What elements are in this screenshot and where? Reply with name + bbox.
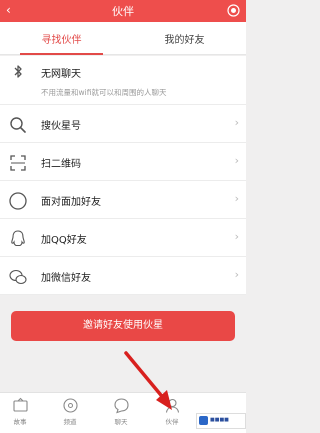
chevron-right-icon: › (234, 116, 239, 129)
nav-chat[interactable]: 聊天 (101, 397, 141, 426)
list-item-label: 搜伙星号 (41, 121, 81, 132)
tab-active-indicator (20, 53, 103, 55)
scan-icon (10, 155, 26, 171)
nav-label: 聊天 (114, 418, 128, 426)
nav-label: 频道 (63, 418, 77, 426)
chevron-right-icon: › (234, 192, 239, 205)
nav-story[interactable]: 故事 (0, 397, 40, 426)
list-item-face-to-face[interactable]: 面对面加好友 › (0, 181, 246, 219)
nav-channel[interactable]: 频道 (50, 397, 90, 426)
nav-label: 伙伴 (165, 418, 179, 426)
list-item-scan-qr[interactable]: 扫二维码 › (0, 143, 246, 181)
list-item-search-id[interactable]: 搜伙星号 › (0, 105, 246, 143)
chevron-right-icon: › (234, 230, 239, 243)
chat-icon (113, 398, 129, 414)
nav-label: 故事 (13, 418, 27, 426)
list-item-label: 扫二维码 (41, 159, 81, 170)
bluetooth-icon (14, 65, 22, 78)
invite-friends-button[interactable]: 邀请好友使用伙星 (11, 311, 235, 341)
face-to-face-icon (9, 192, 27, 210)
wechat-icon (9, 269, 27, 285)
chevron-right-icon: › (234, 268, 239, 281)
page-title: 伙伴 (112, 5, 134, 18)
watermark-text: ■■■■ (210, 417, 229, 423)
tab-find-partner[interactable]: 寻找伙伴 (0, 31, 123, 46)
channel-icon (62, 398, 78, 413)
list-item-label: 面对面加好友 (41, 197, 101, 208)
story-icon (12, 397, 28, 412)
qq-icon (11, 230, 25, 247)
list-item-description: 不用流量和wifi就可以和周围的人聊天 (41, 88, 167, 97)
search-icon (10, 117, 26, 133)
find-partner-list: 无网聊天 不用流量和wifi就可以和周围的人聊天 搜伙星号 › 扫二维码 › 面… (0, 56, 246, 295)
watermark-badge: ■■■■ (196, 413, 246, 429)
chevron-right-icon: › (234, 154, 239, 167)
tab-bar: 寻找伙伴 我的好友 (0, 22, 246, 55)
tab-my-friends[interactable]: 我的好友 (123, 31, 246, 46)
list-item-add-qq[interactable]: 加QQ好友 › (0, 219, 246, 257)
list-item-label: 无网聊天 (41, 69, 81, 80)
red-circle-icon[interactable] (227, 4, 240, 17)
nav-partner[interactable]: 伙伴 (152, 397, 192, 426)
list-item-label: 加微信好友 (41, 273, 91, 284)
list-item-add-wechat[interactable]: 加微信好友 › (0, 257, 246, 295)
partner-icon (165, 398, 179, 413)
top-bar: ‹ 伙伴 (0, 0, 246, 22)
list-item-offline-chat[interactable]: 无网聊天 不用流量和wifi就可以和周围的人聊天 (0, 56, 246, 105)
list-item-label: 加QQ好友 (41, 235, 87, 246)
watermark-logo-icon (199, 416, 208, 425)
